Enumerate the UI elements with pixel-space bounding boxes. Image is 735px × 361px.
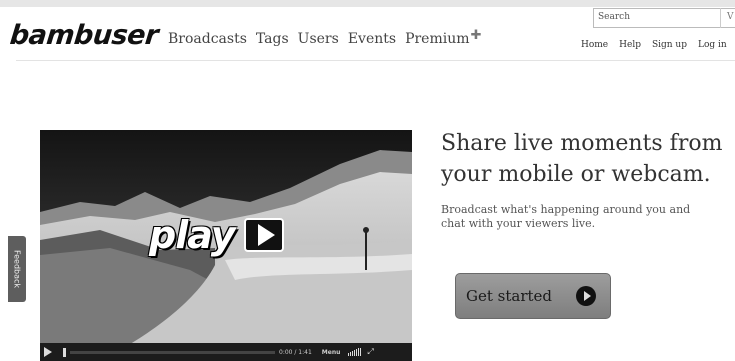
nav-users[interactable]: Users <box>298 31 339 47</box>
hero-subtext: Broadcast what's happening around you an… <box>441 203 735 231</box>
nav-sign-up[interactable]: Sign up <box>652 40 687 50</box>
nav-premium[interactable]: Premium ✚ <box>405 28 482 47</box>
progress-track[interactable] <box>70 350 275 354</box>
nav-home[interactable]: Home <box>581 40 608 50</box>
bambuser-logo[interactable]: bambuser <box>8 20 159 51</box>
utility-nav: Home Help Sign up Log in <box>581 40 727 50</box>
main-nav: Broadcasts Tags Users Events Premium ✚ <box>168 28 482 47</box>
nav-help[interactable]: Help <box>619 40 641 50</box>
headline-line-2: your mobile or webcam. <box>441 162 711 187</box>
search-divider <box>720 8 721 28</box>
feedback-label: Feedback <box>12 249 22 289</box>
arrow-right-icon <box>576 286 597 306</box>
nav-log-in[interactable]: Log in <box>698 40 727 50</box>
video-menu-button[interactable]: Menu <box>322 349 341 356</box>
subtext-line-2: chat with your viewers live. <box>441 217 596 230</box>
nav-broadcasts[interactable]: Broadcasts <box>168 31 247 47</box>
browser-frame-top <box>0 0 735 7</box>
hero-headline: Share live moments from your mobile or w… <box>441 128 722 190</box>
fullscreen-icon[interactable]: ⤢ <box>367 347 373 357</box>
video-time: 0:00 / 1:41 <box>279 348 312 356</box>
headline-line-1: Share live moments from <box>441 131 723 156</box>
play-label: play <box>149 213 235 257</box>
header-divider <box>16 60 735 61</box>
nav-premium-label: Premium <box>405 31 470 47</box>
play-icon <box>244 218 285 252</box>
nav-tags[interactable]: Tags <box>256 31 289 47</box>
get-started-button[interactable]: Get started <box>455 273 611 319</box>
subtext-line-1: Broadcast what's happening around you an… <box>441 203 691 216</box>
volume-icon[interactable] <box>348 348 362 356</box>
video-controls: 0:00 / 1:41 Menu ⤢ <box>40 343 412 361</box>
nav-events[interactable]: Events <box>348 31 396 47</box>
plus-icon: ✚ <box>470 28 482 43</box>
feedback-tab[interactable]: Feedback <box>8 236 26 302</box>
scrub-handle[interactable] <box>63 347 66 357</box>
search-button[interactable]: V <box>727 12 734 22</box>
play-overlay[interactable]: play <box>149 213 285 257</box>
search-input[interactable]: Search <box>593 8 735 28</box>
get-started-label: Get started <box>466 287 553 305</box>
control-play-icon[interactable] <box>44 347 52 357</box>
video-player[interactable]: play 0:00 / 1:41 Menu ⤢ <box>40 130 412 361</box>
